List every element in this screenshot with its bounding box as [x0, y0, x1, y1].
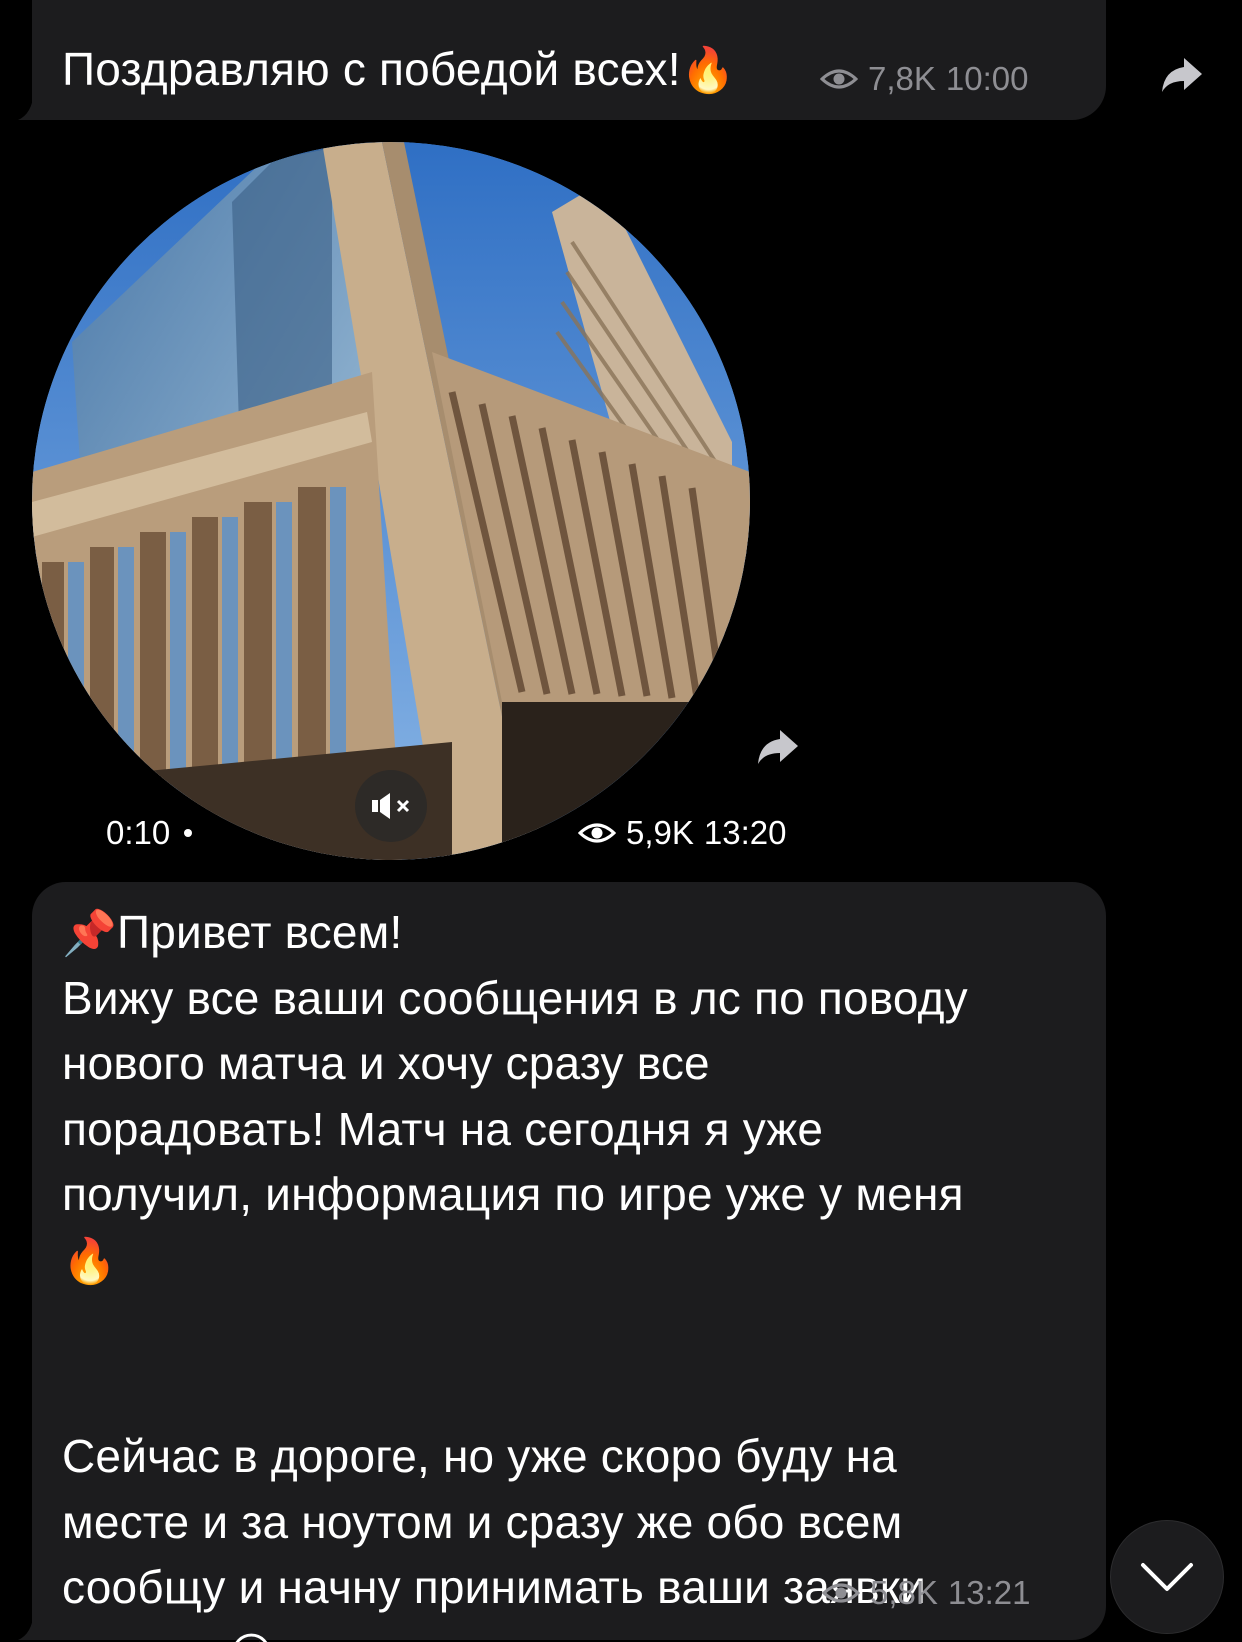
wink-emoji: 😉	[228, 1629, 274, 1642]
bubble-tail	[18, 92, 48, 120]
video-frame	[32, 142, 750, 860]
share-arrow-icon[interactable]	[1158, 54, 1206, 94]
views-count: 5,8K	[870, 1574, 938, 1611]
message-meta: 7,8K 10:00	[820, 60, 1028, 98]
round-video-message[interactable]	[32, 142, 750, 860]
unread-dot	[184, 829, 193, 837]
message-line: 📌Привет всем!	[62, 900, 1072, 966]
pushpin-emoji: 📌	[62, 908, 117, 959]
chat-screen: Поздравляю с победой всех!🔥 7,8K 10:00 0…	[0, 0, 1242, 1642]
chevron-down-icon	[1141, 1563, 1193, 1591]
message-line: 🔥	[62, 1228, 1072, 1294]
message-line: получил, информация по игре уже у меня	[62, 1168, 964, 1220]
views-count: 5,9K	[626, 814, 694, 851]
views-count: 7,8K	[868, 60, 936, 97]
message-bubble-1[interactable]: Поздравляю с победой всех!🔥 7,8K 10:00	[18, 0, 1106, 120]
video-duration: 0:10	[106, 814, 193, 852]
message-line: нового матча и хочу сразу все	[62, 1037, 710, 1089]
message-meta: 5,8K 13:21	[822, 1574, 1030, 1612]
bubble-tail	[18, 1612, 48, 1640]
video-meta: 5,9K 13:20	[578, 814, 786, 852]
share-arrow-icon[interactable]	[754, 726, 802, 766]
message-time: 13:20	[703, 814, 787, 851]
message-line: порадовать! Матч на сегодня я уже	[62, 1102, 824, 1155]
scroll-to-bottom-button[interactable]	[1110, 1520, 1224, 1634]
message-text-content: Поздравляю с победой всех!	[62, 43, 681, 95]
message-text: 📌Привет всем! Вижу все ваши сообщения в …	[62, 900, 1072, 1642]
fire-emoji: 🔥	[62, 1235, 117, 1287]
eye-icon	[822, 1583, 860, 1603]
message-line: Сейчас в дороге, но уже скоро буду на	[62, 1430, 897, 1482]
fire-emoji: 🔥	[680, 45, 736, 96]
message-line-text: на матч	[62, 1627, 228, 1642]
message-time: 13:21	[947, 1574, 1031, 1611]
message-line: на матч😉	[62, 1621, 1072, 1642]
message-bubble-2[interactable]: 📌Привет всем! Вижу все ваши сообщения в …	[18, 882, 1106, 1642]
eye-icon	[578, 823, 616, 843]
message-line: Вижу все ваши сообщения в лс по поводу	[62, 971, 968, 1024]
message-text: Поздравляю с победой всех!🔥	[62, 40, 736, 100]
message-line: месте и за ноутом и сразу же обо всем	[62, 1495, 903, 1548]
message-line-text: Привет всем!	[117, 906, 403, 958]
video-duration-text: 0:10	[106, 814, 171, 851]
message-time: 10:00	[945, 60, 1029, 97]
eye-icon	[820, 69, 858, 89]
mute-toggle-button[interactable]	[355, 770, 427, 842]
muted-speaker-icon	[372, 793, 410, 819]
